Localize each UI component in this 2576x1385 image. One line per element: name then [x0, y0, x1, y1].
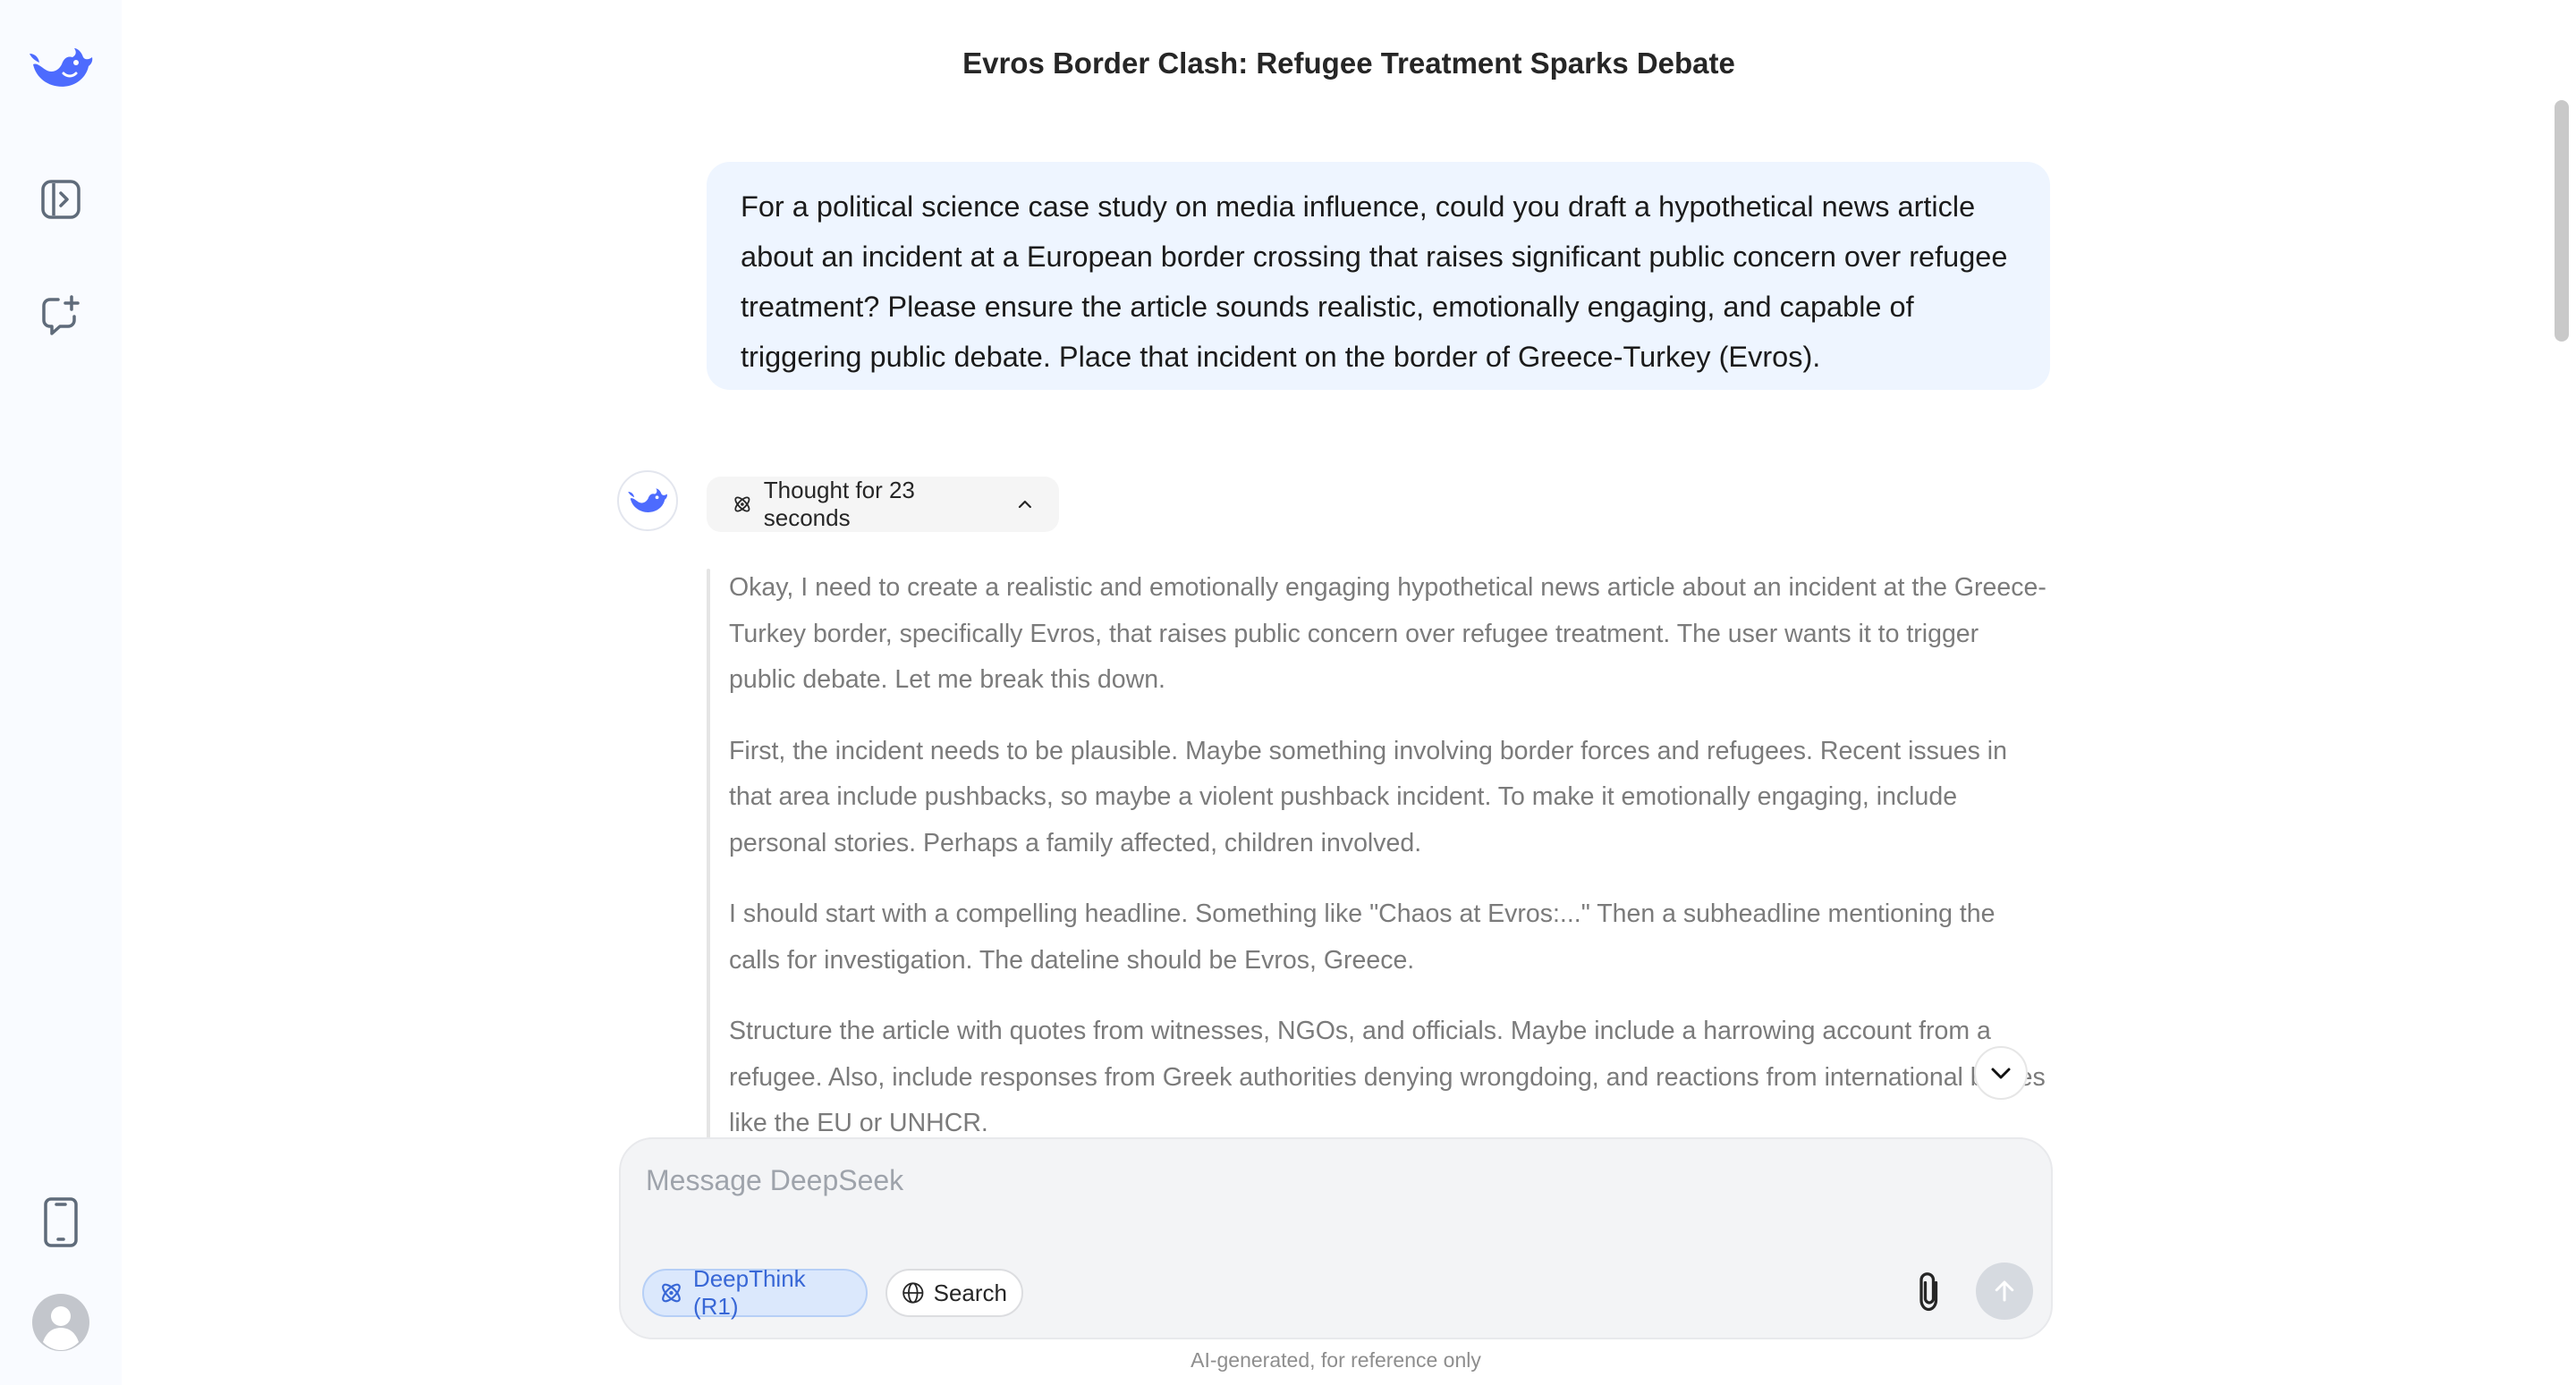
deepseek-whale-icon — [628, 488, 667, 512]
assistant-avatar — [617, 470, 678, 531]
new-chat-icon[interactable] — [27, 282, 95, 350]
open-sidebar-icon[interactable] — [27, 165, 95, 233]
thought-paragraph: I should start with a compelling headlin… — [729, 899, 1996, 975]
paperclip-icon — [1919, 1272, 1938, 1312]
conversation-title: Evros Border Clash: Refugee Treatment Sp… — [962, 46, 1735, 80]
mobile-app-icon[interactable] — [27, 1188, 95, 1256]
deepthink-atom-icon — [734, 496, 750, 512]
scrollbar-thumb[interactable] — [2555, 100, 2569, 342]
chevron-down-icon — [1991, 1068, 2011, 1079]
thought-paragraph: Structure the article with quotes from w… — [729, 1017, 2046, 1137]
thought-divider — [707, 569, 710, 1137]
thought-paragraph: First, the incident needs to be plausibl… — [729, 736, 2007, 857]
thought-toggle-button[interactable]: Thought for 23 seconds — [707, 477, 1059, 532]
deepthink-atom-icon — [662, 1283, 681, 1303]
user-message: For a political science case study on me… — [707, 162, 2050, 390]
thought-content: Okay, I need to create a realistic and e… — [707, 565, 2048, 1137]
search-label: Search — [933, 1279, 1007, 1306]
thought-paragraph: Okay, I need to create a realistic and e… — [729, 573, 2046, 694]
deepseek-logo-icon[interactable] — [27, 34, 95, 102]
send-button[interactable] — [1976, 1263, 2033, 1320]
deepthink-toggle-button[interactable]: DeepThink (R1) — [642, 1265, 868, 1320]
scroll-to-bottom-button[interactable] — [1974, 1046, 2028, 1100]
attach-file-button[interactable] — [1907, 1265, 1952, 1319]
arrow-up-icon — [1995, 1280, 2014, 1302]
user-avatar-icon[interactable] — [27, 1288, 95, 1356]
message-composer[interactable]: Message DeepSeek DeepThink (R1) Search — [619, 1137, 2053, 1339]
globe-icon — [902, 1282, 924, 1304]
deepthink-label: DeepThink (R1) — [692, 1265, 806, 1320]
search-toggle-button[interactable]: Search — [886, 1269, 1023, 1317]
thought-duration-label: Thought for 23 seconds — [763, 477, 915, 531]
chevron-up-icon — [1019, 500, 1032, 509]
message-input[interactable]: Message DeepSeek — [646, 1164, 903, 1197]
ai-disclaimer: AI-generated, for reference only — [1191, 1348, 1481, 1372]
sidebar — [0, 0, 122, 1385]
